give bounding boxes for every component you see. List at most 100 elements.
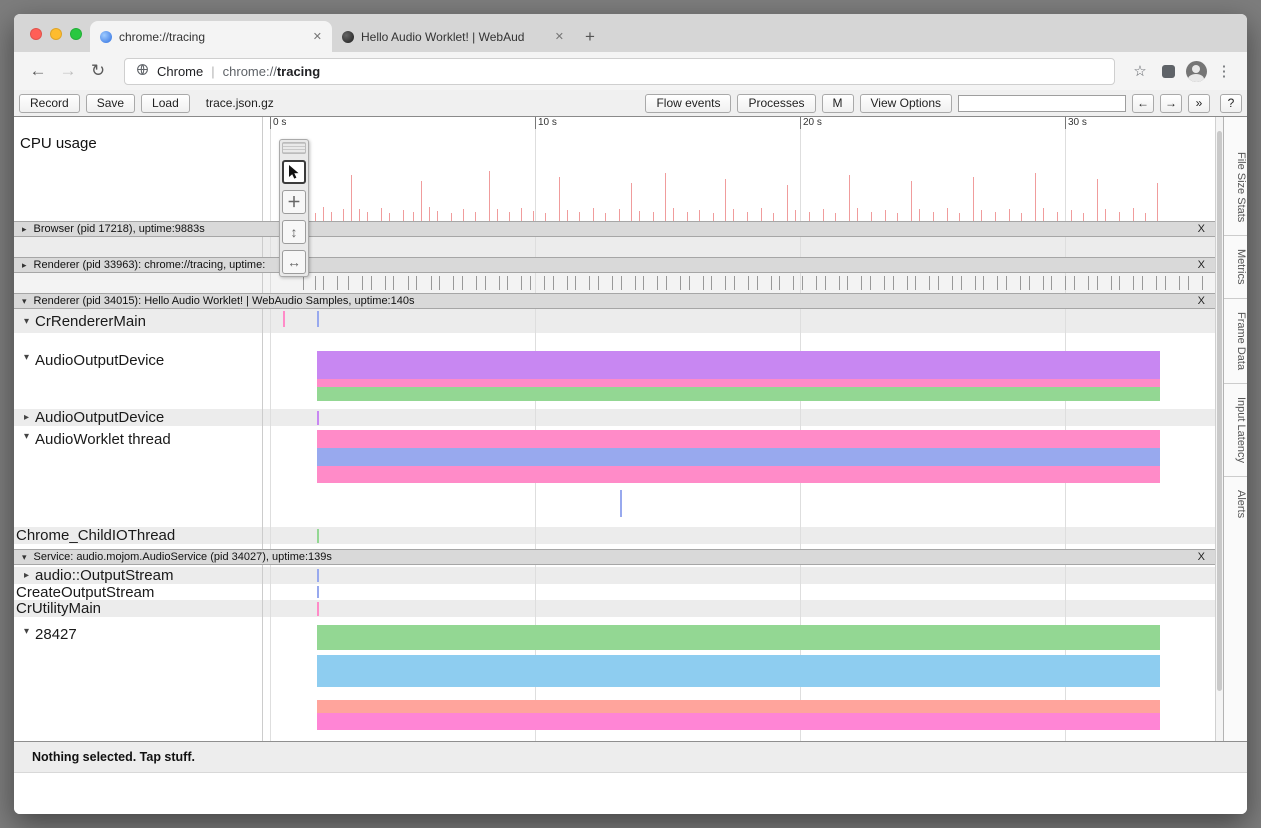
trace-event-mark[interactable]	[317, 311, 319, 327]
trace-event-tick[interactable]	[1188, 276, 1189, 290]
renderer-tracing-track[interactable]	[263, 273, 1215, 293]
find-previous-button[interactable]: ←	[1132, 94, 1154, 113]
expand-arrow-icon[interactable]: ▾	[22, 552, 27, 563]
trace-event-tick[interactable]	[748, 276, 749, 290]
trace-event-tick[interactable]	[847, 276, 848, 290]
trace-event-tick[interactable]	[1202, 276, 1203, 290]
collapse-arrow-icon[interactable]: ▸	[24, 412, 29, 423]
bookmark-star-icon[interactable]: ☆	[1127, 58, 1153, 84]
expand-arrow-icon[interactable]: ▾	[22, 296, 27, 307]
trace-event-tick[interactable]	[961, 276, 962, 290]
trace-event-tick[interactable]	[861, 276, 862, 290]
tab-close-icon[interactable]: ✕	[555, 30, 564, 43]
expand-arrow-icon[interactable]: ▾	[24, 431, 29, 442]
trace-event-tick[interactable]	[870, 276, 871, 290]
time-ruler[interactable]: 0 s10 s20 s30 s	[263, 117, 1215, 130]
collapse-arrow-icon[interactable]: ▸	[24, 570, 29, 581]
trace-event-tick[interactable]	[1051, 276, 1052, 290]
trace-event-tick[interactable]	[303, 276, 304, 290]
reload-button[interactable]: ↻	[84, 57, 112, 85]
trace-event-mark[interactable]	[283, 311, 285, 327]
trace-event-tick[interactable]	[816, 276, 817, 290]
create-output-stream-track[interactable]	[263, 584, 1215, 600]
tab-frame-data[interactable]: Frame Data	[1224, 299, 1247, 384]
vertical-scrollbar[interactable]	[1215, 117, 1223, 741]
trace-slice-bar[interactable]	[317, 466, 1160, 483]
trace-slice-bar[interactable]	[317, 448, 1160, 466]
expand-arrow-icon[interactable]: ▾	[24, 316, 29, 327]
trace-event-tick[interactable]	[1179, 276, 1180, 290]
trace-event-tick[interactable]	[323, 276, 324, 290]
trace-event-tick[interactable]	[725, 276, 726, 290]
trace-event-tick[interactable]	[893, 276, 894, 290]
tab-input-latency[interactable]: Input Latency	[1224, 384, 1247, 477]
menu-dots-icon[interactable]: ⋮	[1211, 58, 1237, 84]
trace-event-tick[interactable]	[1029, 276, 1030, 290]
profile-avatar[interactable]	[1183, 58, 1209, 84]
trace-event-tick[interactable]	[657, 276, 658, 290]
trace-event-tick[interactable]	[416, 276, 417, 290]
tab-file-size-stats[interactable]: File Size Stats	[1224, 139, 1247, 236]
tab-tracing[interactable]: chrome://tracing ✕	[90, 21, 332, 52]
trace-event-tick[interactable]	[612, 276, 613, 290]
trace-event-tick[interactable]	[929, 276, 930, 290]
close-track-button[interactable]: X	[1198, 295, 1205, 307]
trace-event-tick[interactable]	[635, 276, 636, 290]
help-button[interactable]: ?	[1220, 94, 1242, 113]
trace-event-tick[interactable]	[839, 276, 840, 290]
find-next-button[interactable]: →	[1160, 94, 1182, 113]
trace-slice-bar[interactable]	[317, 379, 1160, 387]
trace-event-tick[interactable]	[907, 276, 908, 290]
audio-worklet-track[interactable]	[263, 430, 1215, 483]
trace-event-tick[interactable]	[689, 276, 690, 290]
back-button[interactable]: ←	[24, 57, 52, 85]
tab-metrics[interactable]: Metrics	[1224, 236, 1247, 298]
trace-event-tick[interactable]	[530, 276, 531, 290]
trace-slice-bar[interactable]	[317, 625, 1160, 650]
trace-event-tick[interactable]	[793, 276, 794, 290]
trace-event-tick[interactable]	[1097, 276, 1098, 290]
trace-event-tick[interactable]	[315, 276, 316, 290]
trace-event-tick[interactable]	[371, 276, 372, 290]
trace-event-tick[interactable]	[643, 276, 644, 290]
pan-tool-button[interactable]: ＋	[282, 190, 306, 214]
flow-events-button[interactable]: Flow events	[645, 94, 731, 113]
trace-event-tick[interactable]	[485, 276, 486, 290]
trace-event-tick[interactable]	[1065, 276, 1066, 290]
trace-event-tick[interactable]	[462, 276, 463, 290]
palette-drag-handle[interactable]	[282, 142, 306, 154]
trace-event-tick[interactable]	[408, 276, 409, 290]
trace-event-mark[interactable]	[317, 586, 319, 598]
load-button[interactable]: Load	[141, 94, 190, 113]
timing-tool-button[interactable]: ↔	[282, 250, 306, 274]
trace-event-tick[interactable]	[567, 276, 568, 290]
expand-arrow-icon[interactable]: ▾	[24, 626, 29, 637]
minimize-window-button[interactable]	[50, 28, 62, 40]
trace-slice-bar[interactable]	[317, 351, 1160, 379]
trace-event-tick[interactable]	[1142, 276, 1143, 290]
record-button[interactable]: Record	[19, 94, 80, 113]
trace-event-tick[interactable]	[1020, 276, 1021, 290]
trace-event-tick[interactable]	[1111, 276, 1112, 290]
scrollbar-thumb[interactable]	[1217, 131, 1222, 691]
trace-event-tick[interactable]	[802, 276, 803, 290]
trace-event-tick[interactable]	[1156, 276, 1157, 290]
expand-arrow-icon[interactable]: ▾	[24, 352, 29, 363]
processes-button[interactable]: Processes	[737, 94, 815, 113]
trace-event-tick[interactable]	[553, 276, 554, 290]
find-input[interactable]	[958, 95, 1126, 112]
forward-button[interactable]: →	[54, 57, 82, 85]
zoom-tool-button[interactable]: ↕	[282, 220, 306, 244]
trace-event-tick[interactable]	[589, 276, 590, 290]
audio-output-device-2-track[interactable]	[263, 409, 1215, 426]
trace-event-tick[interactable]	[453, 276, 454, 290]
process-header-renderer-tracing[interactable]: ▸ Renderer (pid 33963): chrome://tracing…	[14, 257, 1215, 273]
close-track-button[interactable]: X	[1198, 223, 1205, 235]
trace-event-tick[interactable]	[476, 276, 477, 290]
trace-event-tick[interactable]	[779, 276, 780, 290]
trace-event-tick[interactable]	[703, 276, 704, 290]
trace-event-tick[interactable]	[499, 276, 500, 290]
trace-event-mark[interactable]	[317, 529, 319, 543]
close-track-button[interactable]: X	[1198, 259, 1205, 271]
tab-close-icon[interactable]: ✕	[313, 30, 322, 43]
